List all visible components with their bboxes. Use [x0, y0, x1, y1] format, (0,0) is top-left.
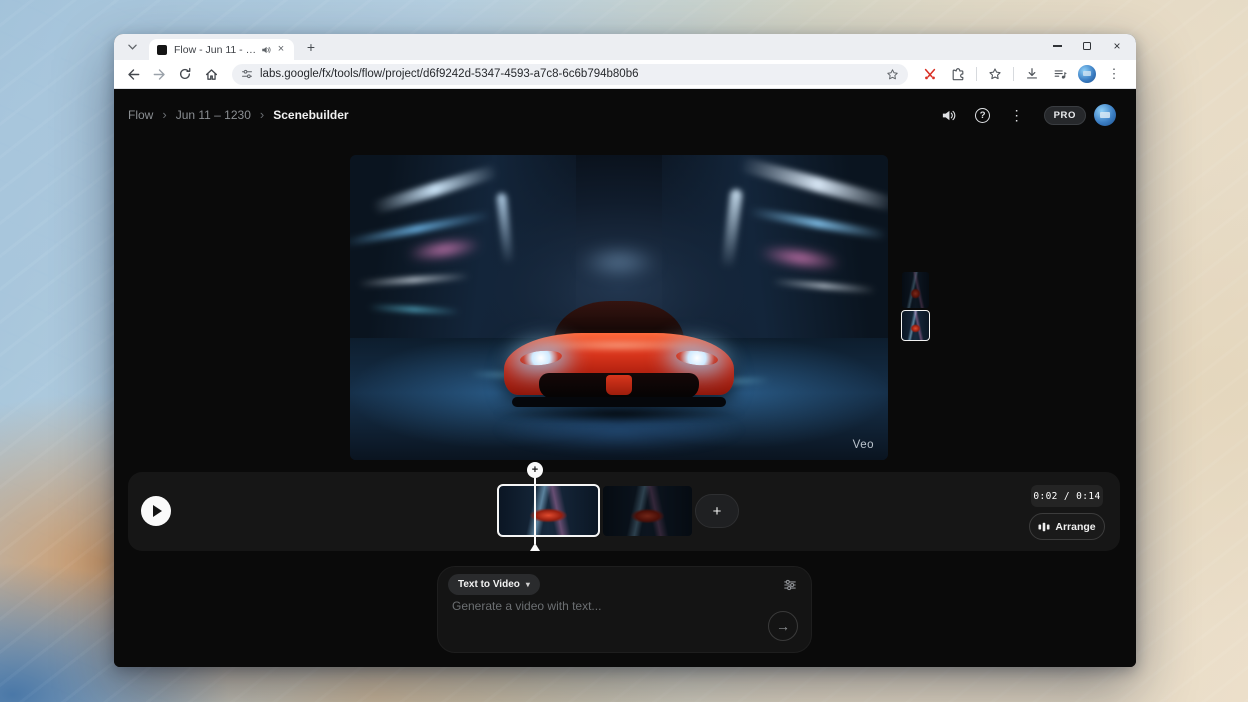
tab-close-button[interactable]: × — [274, 43, 288, 57]
playhead-line — [534, 476, 536, 544]
media-controls-icon[interactable] — [1049, 63, 1071, 85]
window-minimize-button[interactable] — [1042, 34, 1072, 58]
reload-icon — [178, 67, 192, 81]
url-text: labs.google/fx/tools/flow/project/d6f924… — [260, 68, 880, 80]
mode-dropdown[interactable]: Text to Video ▾ — [448, 574, 540, 595]
browser-window: Flow - Jun 11 - 1230 × + × — [114, 34, 1136, 667]
toolbar-separator — [1013, 67, 1014, 81]
car-shadow — [492, 405, 746, 423]
generation-settings-button[interactable] — [780, 575, 800, 595]
timeline-bar: + 0:02 / 0:14 Arrange — [128, 472, 1120, 551]
minimize-icon — [1053, 45, 1062, 46]
speaker-icon — [941, 108, 956, 123]
breadcrumb: Flow › Jun 11 – 1230 › Scenebuilder — [128, 107, 349, 122]
mute-audio-button[interactable] — [936, 102, 962, 128]
video-preview[interactable]: Veo — [350, 155, 888, 460]
video-scene — [350, 155, 888, 460]
neon-streak — [578, 247, 660, 277]
browser-profile-avatar[interactable] — [1078, 65, 1096, 83]
breadcrumb-project[interactable]: Jun 11 – 1230 — [176, 108, 251, 122]
video-car — [504, 301, 734, 425]
play-button[interactable] — [141, 496, 171, 526]
back-button[interactable] — [122, 63, 144, 85]
pro-badge[interactable]: PRO — [1044, 106, 1086, 125]
browser-tab[interactable]: Flow - Jun 11 - 1230 × — [149, 39, 294, 60]
maximize-icon — [1083, 42, 1091, 50]
arrange-label: Arrange — [1055, 521, 1095, 533]
breadcrumb-current-page: Scenebuilder — [273, 108, 348, 122]
bookmark-star-icon[interactable] — [886, 68, 899, 81]
extension-red-icon[interactable] — [919, 63, 941, 85]
browser-toolbar: labs.google/fx/tools/flow/project/d6f924… — [114, 60, 1136, 89]
prompt-input[interactable] — [452, 599, 782, 639]
flow-app-page: Flow › Jun 11 – 1230 › Scenebuilder ? ⋮ … — [114, 90, 1136, 667]
extensions-puzzle-icon[interactable] — [947, 63, 969, 85]
add-clip-button[interactable]: + — [695, 494, 739, 528]
chevron-down-icon — [128, 44, 137, 50]
new-tab-button[interactable]: + — [301, 38, 321, 58]
chevron-down-icon: ▾ — [526, 580, 530, 589]
timeline-clip-1-selected[interactable] — [497, 484, 600, 537]
arrange-button[interactable]: Arrange — [1029, 513, 1105, 540]
side-panel-star-icon[interactable] — [984, 63, 1006, 85]
car-grille-center — [606, 375, 632, 395]
help-button[interactable]: ? — [970, 102, 996, 128]
tab-search-button[interactable] — [123, 38, 141, 56]
arrange-icon — [1038, 522, 1050, 532]
back-arrow-icon — [126, 67, 141, 82]
shot-thumbnail-1[interactable] — [902, 272, 929, 308]
prompt-box: Text to Video ▾ → — [437, 566, 812, 653]
tab-audio-icon[interactable] — [261, 45, 271, 55]
playhead-handle[interactable] — [530, 543, 540, 551]
site-settings-icon[interactable] — [241, 68, 253, 80]
home-icon — [204, 67, 219, 82]
reload-button[interactable] — [174, 63, 196, 85]
app-header-actions: ? ⋮ PRO — [936, 102, 1116, 128]
forward-arrow-icon — [152, 67, 167, 82]
flow-favicon-icon — [157, 45, 167, 55]
tab-strip: Flow - Jun 11 - 1230 × + × — [114, 34, 1136, 60]
tune-icon — [783, 578, 797, 592]
browser-menu-button[interactable]: ⋮ — [1103, 63, 1125, 85]
tab-title: Flow - Jun 11 - 1230 — [174, 44, 258, 56]
address-bar[interactable]: labs.google/fx/tools/flow/project/d6f924… — [232, 64, 908, 85]
app-menu-button[interactable]: ⋮ — [1004, 102, 1030, 128]
window-close-button[interactable]: × — [1102, 34, 1132, 58]
toolbar-separator — [976, 67, 977, 81]
account-avatar[interactable] — [1094, 104, 1116, 126]
generate-submit-button[interactable]: → — [768, 611, 798, 641]
shot-thumbnail-2-selected[interactable] — [901, 310, 930, 341]
breadcrumb-separator: › — [162, 107, 166, 122]
mode-label: Text to Video — [458, 579, 520, 590]
breadcrumb-separator: › — [260, 107, 264, 122]
forward-button[interactable] — [148, 63, 170, 85]
time-display: 0:02 / 0:14 — [1031, 485, 1103, 507]
veo-watermark: Veo — [853, 439, 874, 451]
breadcrumb-flow[interactable]: Flow — [128, 108, 153, 122]
timeline-clip-2[interactable] — [603, 486, 692, 536]
car-splitter — [512, 397, 726, 407]
question-icon: ? — [975, 108, 990, 123]
window-controls: × — [1042, 34, 1132, 58]
downloads-icon[interactable] — [1021, 63, 1043, 85]
home-button[interactable] — [200, 63, 222, 85]
window-maximize-button[interactable] — [1072, 34, 1102, 58]
playhead[interactable]: + — [527, 462, 544, 556]
